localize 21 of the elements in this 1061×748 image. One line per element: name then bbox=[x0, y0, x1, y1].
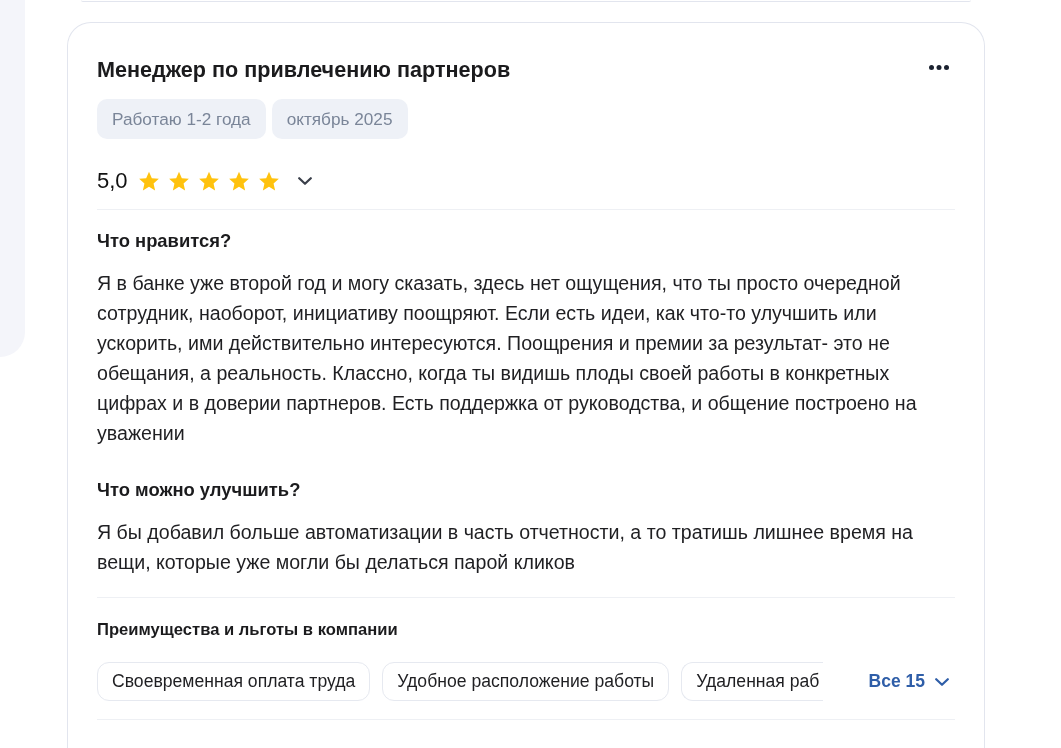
star-icon bbox=[257, 170, 280, 192]
benefit-chip: Удобное расположение работы bbox=[382, 662, 670, 701]
chevron-down-icon bbox=[297, 177, 312, 185]
rating-value: 5,0 bbox=[97, 167, 128, 195]
chevron-down-icon bbox=[935, 677, 949, 686]
star-icon bbox=[167, 170, 190, 192]
section-heading: Что можно улучшить? bbox=[97, 478, 302, 502]
benefits-heading: Преимущества и льготы в компании bbox=[97, 619, 399, 641]
star-icon bbox=[137, 170, 160, 192]
review-text: Я бы добавил больше автоматизации в часть отчетности, а то тратишь лишнее время на вещи, которые уже могли бы делаться парой кликов bbox=[97, 520, 915, 575]
tag: Работаю 1-2 года bbox=[97, 99, 266, 139]
show-all-link[interactable]: Все 15 bbox=[868, 667, 949, 696]
star-icon bbox=[227, 170, 250, 192]
star-icon bbox=[197, 170, 220, 192]
review-text: Я в банке уже второй год и могу сказать, здесь нет ощущения, что ты просто очередной сотрудник, наоборот, инициативу поощряют. Если есть идеи, как что-то улучшить или ускорить, ими действительно интересуются. Поощрения и премии за результат- это не обещания, а реальность. Классно, когда ты видишь плоды своей работы в конкретных цифрах и в доверии партнеров. Есть поддержка от руководства, и общение построено на уважении bbox=[97, 271, 918, 446]
more-options-icon bbox=[929, 64, 949, 70]
tag: октябрь 2025 bbox=[271, 99, 408, 139]
benefit-chip: Удаленная раб bbox=[681, 662, 824, 701]
section-heading: Что нравится? bbox=[97, 229, 233, 253]
review-title: Менеджер по привлечению партнеров bbox=[97, 56, 511, 84]
benefit-chip: Своевременная оплата труда bbox=[97, 662, 371, 701]
